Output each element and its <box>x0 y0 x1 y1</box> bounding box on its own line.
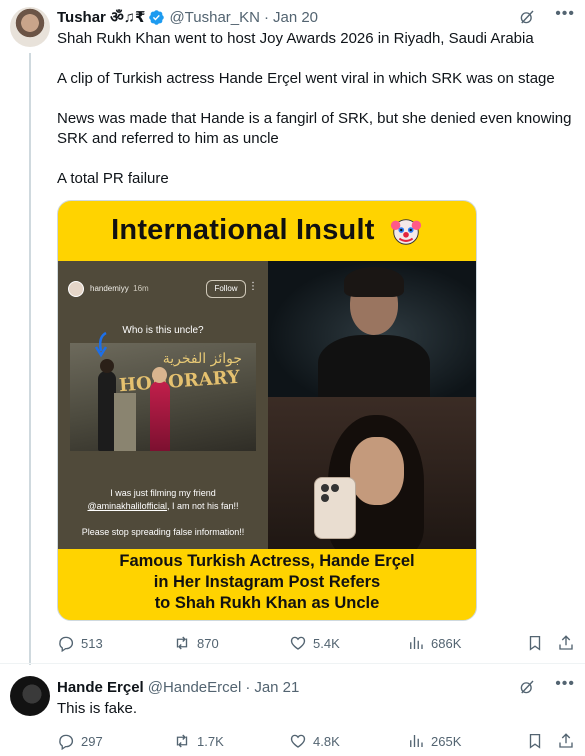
stage-arabic-text: جوائز الفخرية <box>162 351 242 367</box>
bookmark-button[interactable] <box>526 632 544 654</box>
stage-man-head <box>100 359 114 373</box>
stage-photo: جوائز الفخرية HONORARY <box>70 343 256 451</box>
like-count: 4.8K <box>313 733 340 749</box>
views-icon <box>410 637 423 649</box>
phone-camera <box>321 484 329 492</box>
tweet-1[interactable]: Tushar ॐ♫₹ @Tushar_KN · Jan 20 ••• Shah … <box>0 0 585 665</box>
views-button[interactable]: 686K <box>407 632 461 654</box>
author-name[interactable]: Hande Erçel <box>57 679 144 696</box>
views-button[interactable]: 265K <box>407 730 461 752</box>
paragraph: A clip of Turkish actress Hande Erçel we… <box>57 70 555 87</box>
grok-icon[interactable] <box>518 678 536 696</box>
views-count: 265K <box>431 733 462 749</box>
arrow-down-icon <box>94 331 108 358</box>
thread-connector-line <box>29 53 31 665</box>
more-icon[interactable]: ••• <box>555 675 575 693</box>
share-icon <box>559 733 573 748</box>
phone <box>314 477 356 539</box>
story-caption-secondary: Please stop spreading false information!… <box>81 527 245 537</box>
paragraph: Shah Rukh Khan went to host Joy Awards 2… <box>57 30 534 47</box>
share-icon <box>559 635 573 650</box>
tweet-header: Hande Erçel @HandeErcel · Jan 21 ••• <box>57 675 575 697</box>
tweet-media-image[interactable]: International Insult handemiyy 16m Follo… <box>57 200 477 621</box>
repost-count: 870 <box>197 635 219 651</box>
reply-count: 513 <box>81 635 103 651</box>
views-icon <box>410 735 423 747</box>
stage-woman-head <box>152 367 167 383</box>
bookmark-icon <box>529 733 541 749</box>
author-handle[interactable]: @HandeErcel <box>148 679 242 696</box>
reply-icon <box>59 636 74 652</box>
bookmark-icon <box>529 635 541 651</box>
tweet-2[interactable]: Hande Erçel @HandeErcel · Jan 21 ••• Thi… <box>0 663 585 756</box>
paragraph: News was made that Hande is a fangirl of… <box>57 110 572 147</box>
action-bar: 513 870 5.4K 686K <box>57 632 575 654</box>
like-count: 5.4K <box>313 635 340 651</box>
share-button[interactable] <box>557 632 575 654</box>
repost-button[interactable]: 870 <box>173 632 219 654</box>
media-caption-line: in Her Instagram Post Refers <box>153 573 381 591</box>
action-bar: 297 1.7K 4.8K 265K <box>57 730 575 752</box>
srk-hair <box>344 267 404 297</box>
grok-icon[interactable] <box>518 8 536 26</box>
media-caption: Famous Turkish Actress, Hande Erçel in H… <box>58 551 476 614</box>
stage-honorary-text: HONORARY <box>118 366 241 397</box>
avatar[interactable] <box>10 676 50 716</box>
separator-dot: · <box>263 8 269 26</box>
more-icon[interactable]: ••• <box>555 5 575 23</box>
author-name[interactable]: Tushar ॐ♫₹ <box>57 7 145 27</box>
media-title-text: International Insult <box>111 214 375 246</box>
media-caption-line: to Shah Rukh Khan as Uncle <box>154 594 380 612</box>
stage-woman-figure <box>150 381 170 451</box>
instagram-story-screenshot: handemiyy 16m Follow ⋮ Who is this uncle… <box>58 261 268 549</box>
srk-body <box>318 335 430 397</box>
repost-count: 1.7K <box>197 733 224 749</box>
paragraph: This is fake. <box>57 700 138 717</box>
paragraph: A total PR failure <box>57 170 169 187</box>
reply-button[interactable]: 297 <box>57 730 103 752</box>
story-more-icon: ⋮ <box>248 281 258 292</box>
story-header: handemiyy 16m Follow ⋮ <box>64 279 262 301</box>
reply-count: 297 <box>81 733 103 749</box>
like-button[interactable]: 4.8K <box>289 730 340 752</box>
verified-badge-icon <box>149 9 165 25</box>
hande-face <box>350 437 404 505</box>
media-caption-line: Famous Turkish Actress, Hande Erçel <box>119 552 415 570</box>
tweet-header: Tushar ॐ♫₹ @Tushar_KN · Jan 20 ••• <box>57 5 575 27</box>
story-follow-button: Follow <box>206 280 246 298</box>
media-title: International Insult <box>58 214 476 248</box>
story-caption: I was just filming my friend @aminakhali… <box>87 488 239 511</box>
story-avatar <box>68 281 84 297</box>
clown-emoji <box>390 219 421 246</box>
story-question: Who is this uncle? <box>122 325 204 336</box>
tweet-text: This is fake. <box>57 699 573 719</box>
share-button[interactable] <box>557 730 575 752</box>
srk-photo <box>268 261 476 397</box>
repost-button[interactable]: 1.7K <box>173 730 224 752</box>
like-icon <box>290 636 306 650</box>
reply-icon <box>59 734 74 750</box>
repost-icon <box>176 636 188 650</box>
reply-button[interactable]: 513 <box>57 632 103 654</box>
like-icon <box>290 734 306 748</box>
like-button[interactable]: 5.4K <box>289 632 340 654</box>
tweet-text: Shah Rukh Khan went to host Joy Awards 2… <box>57 29 573 209</box>
story-username: handemiyy 16m <box>90 284 149 293</box>
views-count: 686K <box>431 635 462 651</box>
avatar[interactable] <box>10 7 50 47</box>
author-handle[interactable]: @Tushar_KN <box>169 9 260 26</box>
hande-photo <box>268 397 476 549</box>
separator-dot: · <box>245 678 251 696</box>
post-date[interactable]: Jan 21 <box>254 679 299 696</box>
bookmark-button[interactable] <box>526 730 544 752</box>
stage-podium <box>114 393 136 451</box>
repost-icon <box>176 734 188 748</box>
post-date[interactable]: Jan 20 <box>273 9 318 26</box>
